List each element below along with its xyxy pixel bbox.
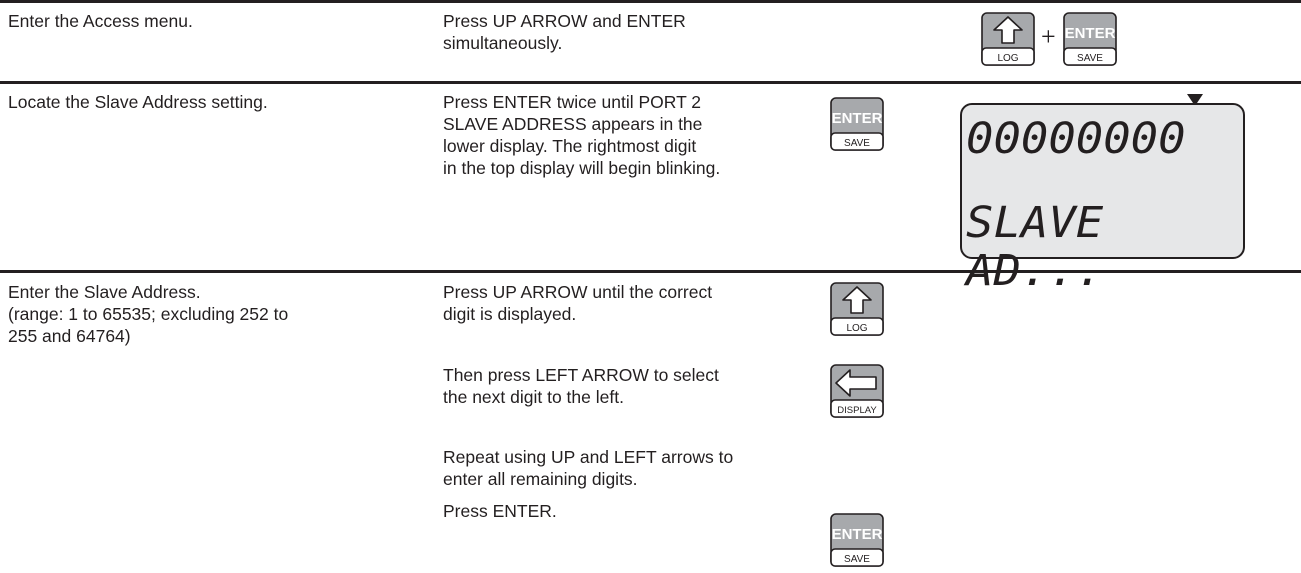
row3-action3-line2: enter all remaining digits. <box>443 469 638 489</box>
row3-action1-line2: digit is displayed. <box>443 304 577 324</box>
row3-action2-line1: Then press LEFT ARROW to select <box>443 365 719 385</box>
row1-action-line2: simultaneously. <box>443 33 563 53</box>
row-divider-top <box>0 0 1301 3</box>
row-divider-1 <box>0 81 1301 84</box>
save-key-label: SAVE <box>844 554 870 565</box>
row2-action-line3: lower display. The rightmost digit <box>443 136 697 156</box>
enter-key-label: ENTER <box>832 110 883 127</box>
row2-action-line4: in the top display will begin blinking. <box>443 158 721 178</box>
row2-action-line2: SLAVE ADDRESS appears in the <box>443 114 703 134</box>
enter-save-key[interactable]: ENTER SAVE <box>1063 12 1117 66</box>
row1-action-line1: Press UP ARROW and ENTER <box>443 11 686 31</box>
enter-save-key[interactable]: ENTER SAVE <box>830 513 884 567</box>
display-key-label: DISPLAY <box>837 405 877 416</box>
lcd-top-line: 00000000 <box>966 114 1186 164</box>
log-key-label: LOG <box>846 323 867 334</box>
up-arrow-log-key[interactable]: LOG <box>830 282 884 336</box>
enter-save-key[interactable]: ENTER SAVE <box>830 97 884 151</box>
log-key-label: LOG <box>997 53 1018 64</box>
up-arrow-log-key[interactable]: LOG <box>981 12 1035 66</box>
row3-action1-line1: Press UP ARROW until the correct <box>443 282 713 302</box>
enter-key-label: ENTER <box>1065 25 1116 42</box>
row3-step-line3: 255 and 64764) <box>8 326 131 346</box>
enter-key-label: ENTER <box>832 526 883 543</box>
row3-step-line2: (range: 1 to 65535; excluding 252 to <box>8 304 289 324</box>
save-key-label: SAVE <box>844 138 870 149</box>
row3-step-line1: Enter the Slave Address. <box>8 282 201 302</box>
row1-step-line1: Enter the Access menu. <box>8 11 193 31</box>
row3-action2-line2: the next digit to the left. <box>443 387 624 407</box>
row3-action3-line1: Repeat using UP and LEFT arrows to <box>443 447 734 467</box>
row3-action4-line1: Press ENTER. <box>443 501 557 521</box>
row2-step-line1: Locate the Slave Address setting. <box>8 92 268 112</box>
row2-action-line1: Press ENTER twice until PORT 2 <box>443 92 702 112</box>
lcd-display: 00000000 SLAVE AD... <box>960 103 1245 295</box>
plus-sign: + <box>1041 22 1056 51</box>
left-arrow-display-key[interactable]: DISPLAY <box>830 364 884 418</box>
lcd-bottom-line: SLAVE AD... <box>966 198 1104 296</box>
save-key-label: SAVE <box>1077 53 1103 64</box>
